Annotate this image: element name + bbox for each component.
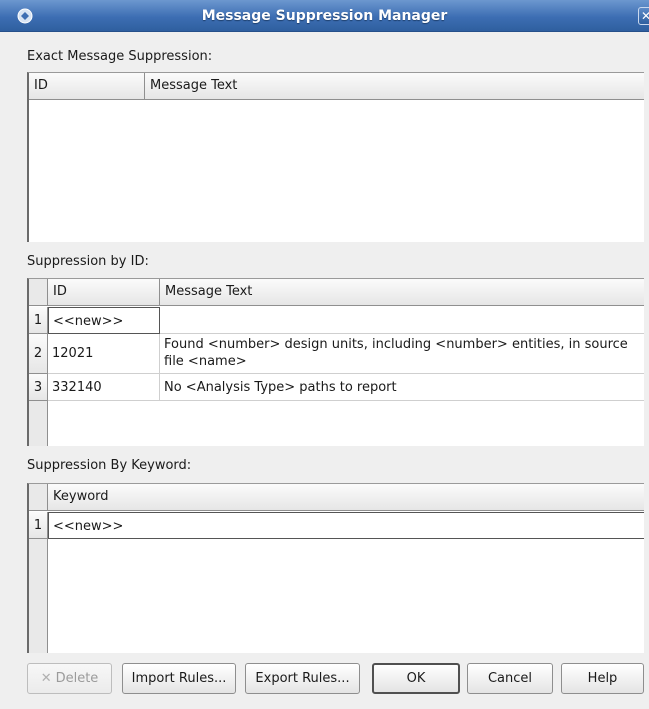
row-header-filler <box>29 539 48 653</box>
column-header-message-text[interactable]: Message Text <box>160 279 644 306</box>
column-header-message-text[interactable]: Message Text <box>145 73 644 100</box>
column-header-id[interactable]: ID <box>48 279 160 306</box>
window-title: Message Suppression Manager <box>201 8 448 24</box>
table-corner <box>29 279 48 306</box>
row-number[interactable]: 3 <box>29 374 48 401</box>
title-bar[interactable]: Message Suppression Manager ✕ <box>0 0 649 32</box>
row-number[interactable]: 2 <box>29 334 48 374</box>
table-corner <box>29 484 48 511</box>
help-button[interactable]: Help <box>561 663 644 694</box>
import-rules-button[interactable]: Import Rules... <box>122 663 236 694</box>
id-cell[interactable]: 332140 <box>48 374 160 401</box>
column-header-id[interactable]: ID <box>29 73 145 100</box>
x-icon: ✕ <box>40 671 52 686</box>
id-cell[interactable]: 12021 <box>48 334 160 374</box>
exact-suppression-label: Exact Message Suppression: <box>27 49 213 64</box>
id-suppression-label: Suppression by ID: <box>27 254 149 269</box>
delete-button[interactable]: ✕ Delete <box>27 663 112 694</box>
delete-button-label: Delete <box>55 671 99 686</box>
close-icon[interactable]: ✕ <box>638 7 649 25</box>
ok-button[interactable]: OK <box>372 663 460 694</box>
id-cell[interactable]: <<new>> <box>48 307 160 334</box>
column-header-keyword[interactable]: Keyword <box>48 484 644 511</box>
row-number[interactable]: 1 <box>29 512 48 539</box>
exact-suppression-table[interactable]: ID Message Text <box>27 72 644 242</box>
id-suppression-table[interactable]: ID Message Text 1 <<new>> 2 12021 Found … <box>27 278 644 446</box>
export-rules-button[interactable]: Export Rules... <box>245 663 360 694</box>
keyword-cell[interactable]: <<new>> <box>48 512 644 539</box>
message-text-cell[interactable]: No <Analysis Type> paths to report <box>160 374 644 401</box>
cancel-button[interactable]: Cancel <box>467 663 553 694</box>
message-text-cell[interactable]: Found <number> design units, including <… <box>160 334 644 374</box>
row-number[interactable]: 1 <box>29 307 48 334</box>
message-text-cell[interactable] <box>160 307 644 334</box>
row-header-filler <box>29 401 48 446</box>
keyword-suppression-table[interactable]: Keyword 1 <<new>> <box>27 483 644 653</box>
keyword-suppression-label: Suppression By Keyword: <box>27 458 192 473</box>
